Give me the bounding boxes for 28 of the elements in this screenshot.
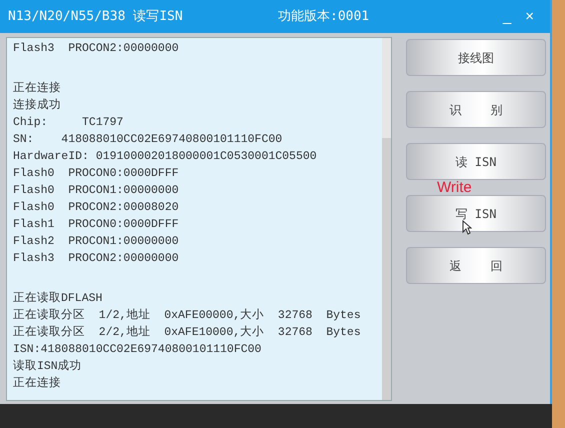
log-line: SN: 418088010CC02E69740800101110FC00 xyxy=(13,132,282,148)
log-line: Flash2 PROCON1:00000000 xyxy=(13,234,179,250)
window-title: N13/N20/N55/B38 读写ISN xyxy=(8,8,184,26)
log-line: Chip: TC1797 xyxy=(13,115,124,131)
log-line: Flash0 PROCON2:00008020 xyxy=(13,200,179,216)
action-button[interactable]: 写 ISN xyxy=(406,195,546,232)
action-button[interactable]: 返 回 xyxy=(406,247,546,284)
log-line: 正在连接 xyxy=(13,376,61,392)
log-line: Flash1 PROCON0:0000DFFF xyxy=(13,217,179,233)
annotation-text: Write xyxy=(437,180,472,195)
log-line: 读取ISN成功 xyxy=(13,358,82,375)
log-line: Flash0 PROCON0:0000DFFF xyxy=(13,166,179,182)
scrollbar[interactable] xyxy=(382,38,391,400)
log-line: Flash3 PROCON2:00000000 xyxy=(13,41,179,57)
log-line: ISN:418088010CC02E69740800101110FC00 xyxy=(13,342,262,358)
log-line: 正在读取DFLASH xyxy=(13,290,102,307)
log-line: 正在读取分区 2/2,地址 0xAFE10000,大小 32768 Bytes xyxy=(13,324,361,341)
log-line: Flash3 PROCON2:00000000 xyxy=(13,251,179,267)
cursor-icon xyxy=(462,220,472,235)
log-line: HardwareID: 019100002018000001C0530001C05500 xyxy=(13,149,317,165)
log-line: 正在连接 xyxy=(13,80,61,97)
action-button[interactable]: 接线图 xyxy=(406,39,546,76)
log-line: 正在读取分区 1/2,地址 0xAFE00000,大小 32768 Bytes xyxy=(13,308,361,324)
action-button[interactable]: 读 ISN xyxy=(406,143,546,180)
log-line: Flash0 PROCON1:00000000 xyxy=(13,183,179,199)
log-line: 连接成功 xyxy=(13,98,61,114)
version-label: 功能版本:0001 xyxy=(278,8,370,26)
action-button[interactable]: 识 别 xyxy=(406,91,546,128)
